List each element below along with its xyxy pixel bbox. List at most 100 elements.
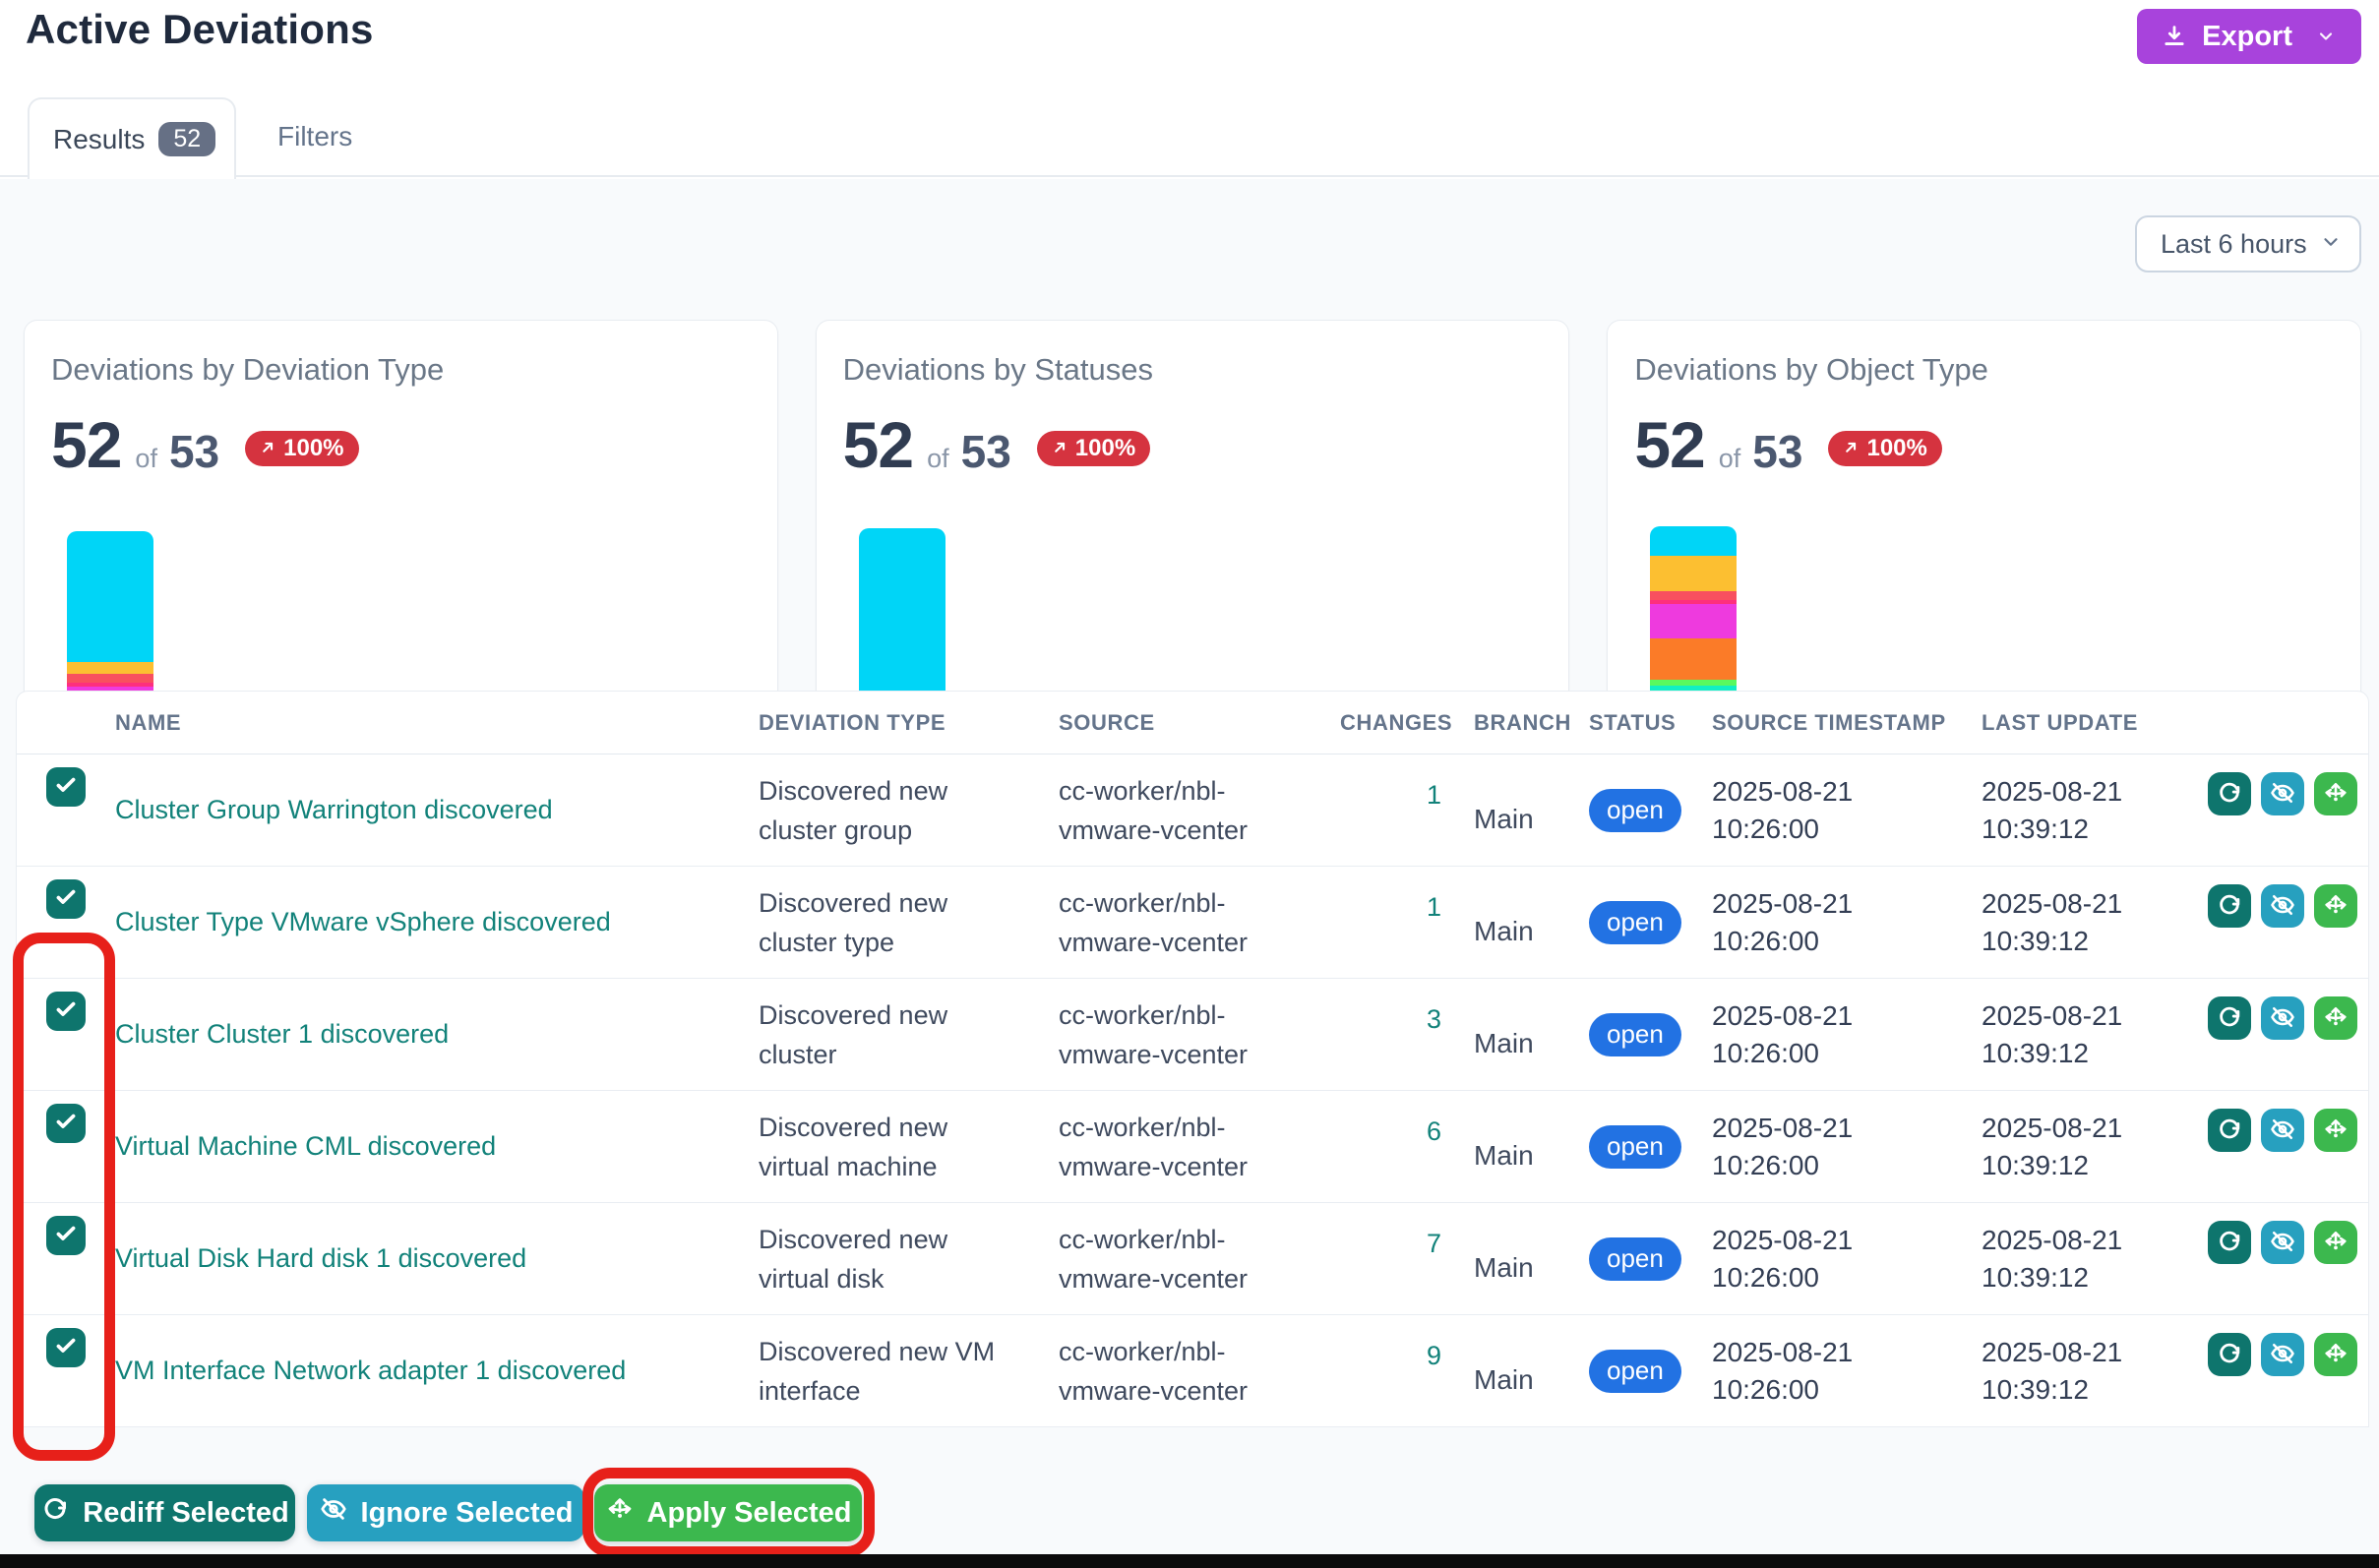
table-body: Cluster Group Warrington discovered Disc…: [17, 754, 2368, 1427]
download-icon: [2161, 23, 2188, 50]
check-icon: [53, 1109, 79, 1139]
last-update-cell: 2025-08-21 10:39:12: [1982, 997, 2151, 1072]
apply-row-button[interactable]: [2314, 772, 2357, 815]
status-badge: open: [1589, 901, 1681, 944]
trend-badge: 100%: [1037, 431, 1150, 466]
arrow-up-right-icon: [260, 435, 276, 462]
changes-link[interactable]: 6: [1427, 1116, 1441, 1147]
rediff-row-button[interactable]: [2208, 996, 2251, 1040]
deviation-name-link[interactable]: Virtual Disk Hard disk 1 discovered: [115, 1243, 526, 1274]
rediff-row-button[interactable]: [2208, 1109, 2251, 1152]
last-update-cell: 2025-08-21 10:39:12: [1982, 1110, 2151, 1184]
status-badge: open: [1589, 1237, 1681, 1281]
rediff-row-button[interactable]: [2208, 884, 2251, 928]
apply-row-button[interactable]: [2314, 1333, 2357, 1376]
bar-segment: [1650, 556, 1737, 591]
bar-segment: [67, 674, 153, 683]
export-button[interactable]: Export: [2137, 9, 2361, 64]
ignore-row-button[interactable]: [2261, 772, 2304, 815]
chevron-down-icon: [2316, 27, 2336, 46]
status-badge: open: [1589, 1013, 1681, 1056]
changes-link[interactable]: 7: [1427, 1229, 1441, 1259]
ignore-eye-off-icon: [2269, 1340, 2296, 1370]
branch-cell: Main: [1474, 1028, 1534, 1059]
ignore-row-button[interactable]: [2261, 884, 2304, 928]
deviation-name-link[interactable]: Cluster Group Warrington discovered: [115, 795, 553, 825]
check-icon: [53, 772, 79, 803]
rediff-row-button[interactable]: [2208, 1333, 2251, 1376]
status-badge: open: [1589, 789, 1681, 832]
stat-of-label: of: [1719, 444, 1741, 474]
rediff-circular-arrow-icon: [40, 1494, 70, 1532]
card-stats: 52 of 53 100%: [1634, 407, 1942, 482]
deviation-name-link[interactable]: Virtual Machine CML discovered: [115, 1131, 496, 1162]
apply-selected-button[interactable]: Apply Selected: [594, 1484, 862, 1541]
column-header-changes: CHANGES: [1340, 710, 1441, 736]
column-header-last-update: LAST UPDATE: [1982, 710, 2208, 736]
row-checkbox[interactable]: [46, 992, 86, 1031]
row-checkbox[interactable]: [46, 1328, 86, 1367]
changes-link[interactable]: 9: [1427, 1341, 1441, 1371]
bar-segment: [1650, 638, 1737, 680]
stat-total: 53: [961, 425, 1011, 478]
row-checkbox[interactable]: [46, 1104, 86, 1143]
rediff-row-button[interactable]: [2208, 772, 2251, 815]
source-timestamp-cell: 2025-08-21 10:26:00: [1712, 1222, 1881, 1297]
apply-move-arrows-icon: [2322, 1003, 2349, 1034]
apply-selected-label: Apply Selected: [647, 1497, 852, 1530]
stat-count: 52: [843, 407, 913, 482]
stat-count: 52: [51, 407, 121, 482]
row-checkbox[interactable]: [46, 767, 86, 807]
rediff-selected-button[interactable]: Rediff Selected: [34, 1484, 295, 1541]
source-cell: cc-worker/nbl-vmware-vcenter: [1059, 1220, 1307, 1298]
deviation-type-cell: Discovered new cluster group: [759, 771, 1006, 850]
branch-cell: Main: [1474, 1140, 1534, 1172]
screen-bottom-edge: [0, 1554, 2379, 1568]
apply-row-button[interactable]: [2314, 996, 2357, 1040]
status-badge: open: [1589, 1350, 1681, 1393]
check-icon: [53, 1333, 79, 1363]
apply-move-arrows-icon: [2322, 1228, 2349, 1258]
row-checkbox[interactable]: [46, 1216, 86, 1255]
apply-move-arrows-icon: [2322, 1340, 2349, 1370]
status-badge: open: [1589, 1125, 1681, 1169]
results-count-badge: 52: [158, 122, 215, 156]
rediff-circular-arrow-icon: [2216, 1340, 2243, 1370]
changes-link[interactable]: 3: [1427, 1004, 1441, 1035]
branch-cell: Main: [1474, 804, 1534, 835]
deviation-type-cell: Discovered new cluster type: [759, 883, 1006, 962]
tab-filters-label: Filters: [277, 121, 352, 152]
ignore-row-button[interactable]: [2261, 1333, 2304, 1376]
ignore-row-button[interactable]: [2261, 1221, 2304, 1264]
ignore-row-button[interactable]: [2261, 996, 2304, 1040]
changes-link[interactable]: 1: [1427, 892, 1441, 923]
ignore-row-button[interactable]: [2261, 1109, 2304, 1152]
source-cell: cc-worker/nbl-vmware-vcenter: [1059, 995, 1307, 1074]
ignore-eye-off-icon: [2269, 1228, 2296, 1258]
source-timestamp-cell: 2025-08-21 10:26:00: [1712, 1334, 1881, 1409]
deviation-name-link[interactable]: Cluster Type VMware vSphere discovered: [115, 907, 611, 937]
bar-segment: [67, 531, 153, 662]
stat-total: 53: [1752, 425, 1802, 478]
source-timestamp-cell: 2025-08-21 10:26:00: [1712, 1110, 1881, 1184]
deviation-type-cell: Discovered new virtual machine: [759, 1108, 1006, 1186]
time-range-select[interactable]: Last 6 hours: [2135, 215, 2361, 272]
row-checkbox[interactable]: [46, 879, 86, 919]
branch-cell: Main: [1474, 916, 1534, 947]
apply-row-button[interactable]: [2314, 1221, 2357, 1264]
rediff-row-button[interactable]: [2208, 1221, 2251, 1264]
deviation-name-link[interactable]: Cluster Cluster 1 discovered: [115, 1019, 449, 1050]
column-header-branch: BRANCH: [1441, 710, 1572, 736]
apply-row-button[interactable]: [2314, 1109, 2357, 1152]
ignore-selected-button[interactable]: Ignore Selected: [307, 1484, 584, 1541]
tab-results[interactable]: Results 52: [28, 97, 236, 179]
arrow-up-right-icon: [1052, 435, 1068, 462]
column-header-status: STATUS: [1572, 710, 1712, 736]
deviation-name-link[interactable]: VM Interface Network adapter 1 discovere…: [115, 1356, 626, 1386]
changes-link[interactable]: 1: [1427, 780, 1441, 811]
bar-segment: [1650, 591, 1737, 600]
last-update-cell: 2025-08-21 10:39:12: [1982, 885, 2151, 960]
source-timestamp-cell: 2025-08-21 10:26:00: [1712, 885, 1881, 960]
apply-row-button[interactable]: [2314, 884, 2357, 928]
tab-filters[interactable]: Filters: [258, 97, 372, 176]
